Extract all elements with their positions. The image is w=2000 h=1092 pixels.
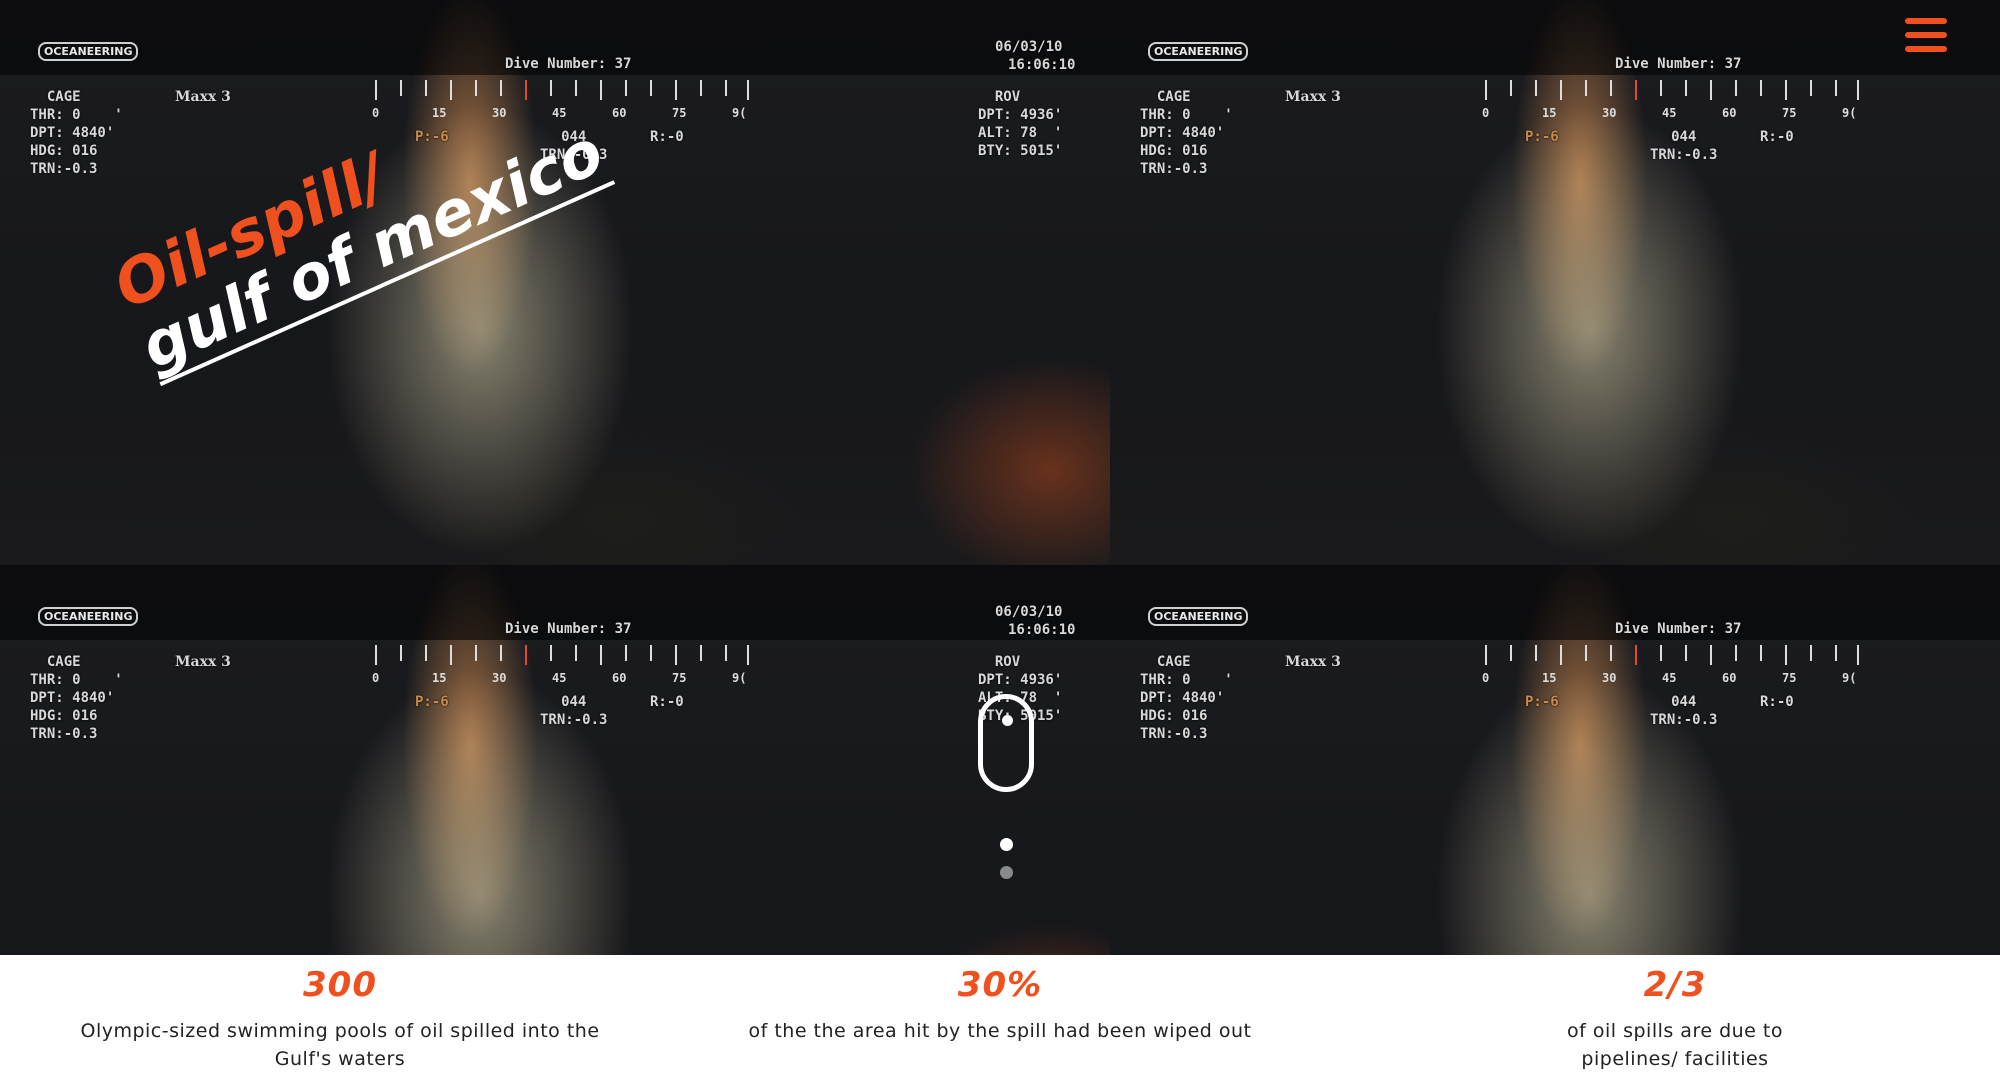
slide-dot-active[interactable] [1000,838,1013,851]
osd-roll: R:-0 [650,694,684,710]
osd-roll: R:-0 [1760,694,1794,710]
osd-date: 06/03/10 [995,604,1063,620]
osd-depth-scale [375,645,750,667]
oceaneering-logo: OCEANEERING [38,607,139,626]
video-tile: OCEANEERING Dive Number: 37 CAGE THR: 0 … [1110,565,2000,955]
stat-number: 2/3 [1643,965,1707,1005]
stat-description: of the the area hit by the spill had bee… [748,1020,1252,1042]
osd-cage-readout: CAGE THR: 0 ' DPT: 4840' HDG: 016 TRN:-0… [30,89,123,177]
osd-dive-number: Dive Number: 37 [505,621,632,637]
osd-strip [1110,0,2000,75]
stat-number: 30% [957,965,1043,1005]
osd-roll: R:-0 [650,129,684,145]
osd-pitch: P:-6 [1525,694,1559,710]
osd-roll: R:-0 [1760,129,1794,145]
osd-cage-readout: CAGE THR: 0 ' DPT: 4840' HDG: 016 TRN:-0… [1140,654,1233,742]
mouse-scroll-icon[interactable] [978,694,1034,792]
stat-number: 300 [303,965,377,1005]
oceaneering-logo: OCEANEERING [1148,607,1249,626]
osd-dive-number: Dive Number: 37 [1615,621,1742,637]
video-tile: OCEANEERING Dive Number: 37 CAGE THR: 0 … [1110,0,2000,565]
stat-description: of oil spills are due to pipelines/ faci… [1567,1020,1783,1070]
hamburger-menu-icon[interactable] [1905,18,1947,52]
osd-pitch: P:-6 [415,694,449,710]
osd-dive-number: Dive Number: 37 [505,56,632,72]
oceaneering-logo: OCEANEERING [1148,42,1249,61]
osd-heading-readout: 044 TRN:-0.3 [1650,129,1718,163]
osd-cage-readout: CAGE THR: 0 ' DPT: 4840' HDG: 016 TRN:-0… [30,654,123,742]
osd-maxx-label: Maxx 3 [175,654,231,670]
hero-video: OCEANEERING Dive Number: 37 06/03/10 16:… [0,0,2000,955]
osd-cage-readout: CAGE THR: 0 ' DPT: 4840' HDG: 016 TRN:-0… [1140,89,1233,177]
osd-maxx-label: Maxx 3 [1285,89,1341,105]
osd-strip [1110,565,2000,640]
oceaneering-logo: OCEANEERING [38,42,139,61]
osd-depth-scale [1485,80,1860,102]
osd-dive-number: Dive Number: 37 [1615,56,1742,72]
osd-time: 16:06:10 [1008,57,1076,73]
stats-bar: 300 Olympic-sized swimming pools of oil … [0,955,2000,1092]
osd-heading-readout: 044 TRN:-0.3 [1650,694,1718,728]
mouse-wheel [1002,715,1013,726]
stat-item: 2/3 of oil spills are due to pipelines/ … [1365,965,1985,1073]
osd-maxx-label: Maxx 3 [175,89,231,105]
osd-rov-readout: ROV DPT: 4936' ALT: 78 ' BTY: 5015' [978,89,1063,159]
osd-heading-readout: 044 TRN:-0.3 [540,694,608,728]
video-tile: OCEANEERING Dive Number: 37 06/03/10 16:… [0,565,1110,955]
osd-depth-scale [1485,645,1860,667]
stat-item: 300 Olympic-sized swimming pools of oil … [30,965,650,1073]
osd-pitch: P:-6 [1525,129,1559,145]
osd-maxx-label: Maxx 3 [1285,654,1341,670]
osd-date: 06/03/10 [995,39,1063,55]
stat-description: Olympic-sized swimming pools of oil spil… [80,1020,600,1070]
stat-item: 30% of the the area hit by the spill had… [690,965,1310,1045]
slide-dot[interactable] [1000,866,1013,879]
osd-time: 16:06:10 [1008,622,1076,638]
